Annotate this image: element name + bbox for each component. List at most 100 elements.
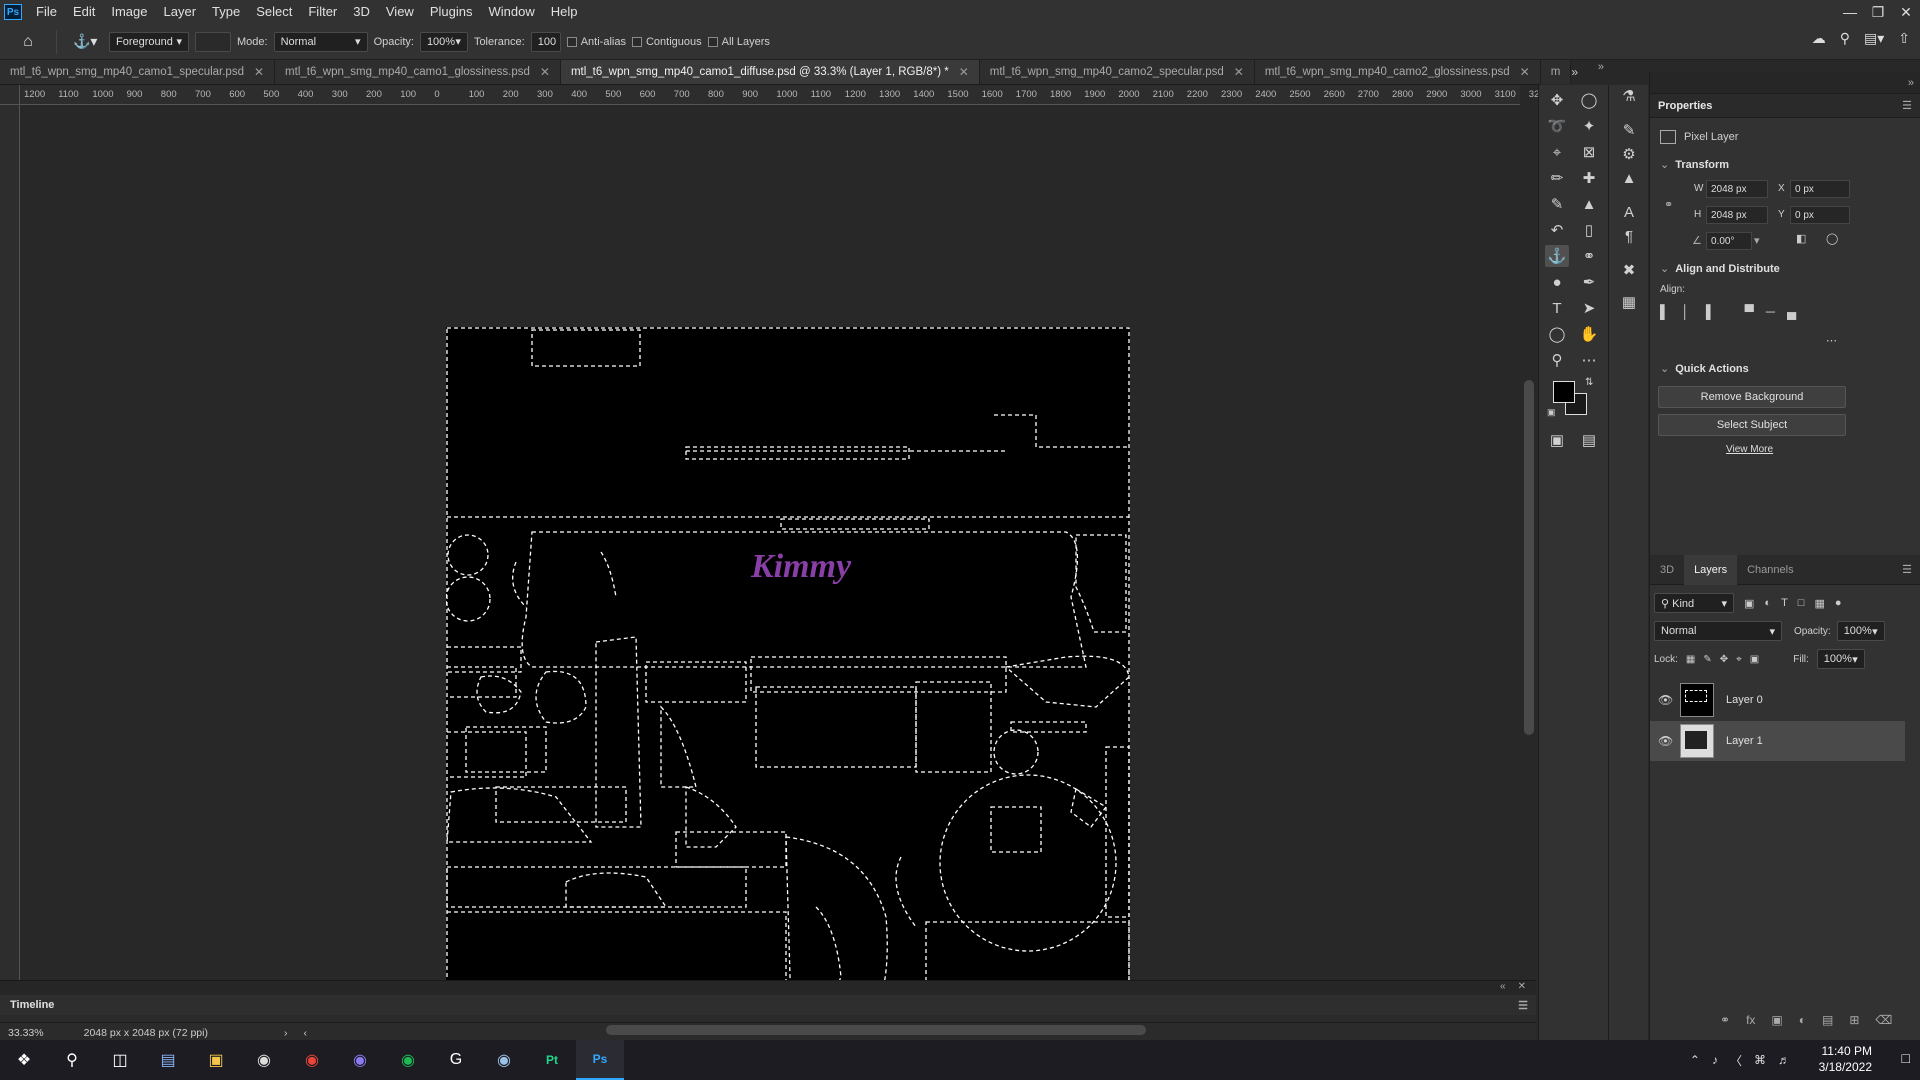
path-selection-icon[interactable]: ➤ xyxy=(1577,297,1601,319)
status-chevron-icon[interactable]: › xyxy=(284,1027,288,1039)
link-dimensions-icon[interactable]: ⚭ xyxy=(1664,198,1673,211)
tab-camo1-diffuse[interactable]: mtl_t6_wpn_smg_mp40_camo1_diffuse.psd @ … xyxy=(560,60,980,84)
windows-start-icon[interactable]: ❖ xyxy=(0,1040,48,1080)
zoom-tool-icon[interactable]: ⚲ xyxy=(1545,349,1569,371)
layer-row[interactable]: 👁 Layer 0 xyxy=(1650,680,1905,720)
folder-icon[interactable]: ▣ xyxy=(192,1040,240,1080)
layer-name[interactable]: Layer 0 xyxy=(1726,694,1763,706)
layer-row-selected[interactable]: 👁 Layer 1 xyxy=(1650,721,1905,761)
type-tool-icon[interactable]: T xyxy=(1545,297,1569,319)
menu-type[interactable]: Type xyxy=(204,0,248,24)
search-icon[interactable]: ⚲ xyxy=(48,1040,96,1080)
close-tab-icon[interactable]: ✕ xyxy=(254,65,264,79)
close-window-icon[interactable]: ✕ xyxy=(1892,0,1920,24)
network-icon[interactable]: 〈 xyxy=(1730,1052,1742,1069)
elliptical-marquee-icon[interactable]: ◯ xyxy=(1577,89,1601,111)
tab-channels[interactable]: Channels xyxy=(1737,555,1803,585)
menu-image[interactable]: Image xyxy=(103,0,155,24)
horizontal-scroll-thumb[interactable] xyxy=(606,1025,1146,1035)
properties-title[interactable]: Properties xyxy=(1658,100,1712,112)
chevron-down-icon[interactable]: ⌄ xyxy=(1660,262,1669,275)
quick-mask-icon[interactable]: ▣ xyxy=(1545,429,1569,451)
vertical-scroll-thumb[interactable] xyxy=(1524,380,1534,735)
height-field[interactable]: 2048 px xyxy=(1706,206,1768,224)
panel-menu-icon[interactable]: ☰ xyxy=(1518,999,1528,1012)
steam-icon[interactable]: ◉ xyxy=(480,1040,528,1080)
foreground-color-swatch[interactable] xyxy=(1553,381,1575,403)
magic-wand-icon[interactable]: ✦ xyxy=(1577,115,1601,137)
angle-dropdown-icon[interactable]: ▾ xyxy=(1754,234,1760,247)
align-middle-v-icon[interactable]: ─ xyxy=(1766,304,1775,319)
opacity-input[interactable]: 100% ▾ xyxy=(419,31,468,52)
home-icon[interactable]: ⌂ xyxy=(16,30,40,54)
menu-edit[interactable]: Edit xyxy=(65,0,103,24)
new-layer-icon[interactable]: ⊞ xyxy=(1849,1013,1859,1027)
vertical-ruler[interactable] xyxy=(0,105,20,985)
chevron-down-icon[interactable]: ⌄ xyxy=(1660,362,1669,375)
close-panel-icon[interactable]: ✕ xyxy=(1518,981,1526,995)
mode-select[interactable]: Normal ▾ xyxy=(273,31,368,52)
shape-tool-icon[interactable]: ◯ xyxy=(1545,323,1569,345)
search-icon[interactable]: ⚲ xyxy=(1840,30,1850,47)
hand-tool-icon[interactable]: ✋ xyxy=(1577,323,1601,345)
document-canvas[interactable]: Kimmy xyxy=(445,327,1130,1012)
chevron-down-icon[interactable]: ⌄ xyxy=(1660,158,1669,171)
flip-horizontal-icon[interactable]: ◧ xyxy=(1796,232,1806,245)
more-tools-icon[interactable]: ⋯ xyxy=(1577,349,1601,371)
panel-menu-icon[interactable]: ☰ xyxy=(1902,99,1912,112)
brush-settings-icon[interactable]: ✎ xyxy=(1617,119,1641,141)
timeline-title[interactable]: Timeline xyxy=(10,999,54,1011)
document-info[interactable]: 2048 px x 2048 px (72 ppi) xyxy=(84,1027,208,1039)
scroll-left-icon[interactable]: ‹ xyxy=(303,1027,307,1039)
y-field[interactable]: 0 px xyxy=(1790,206,1850,224)
restore-icon[interactable]: ❐ xyxy=(1864,0,1892,24)
menu-view[interactable]: View xyxy=(378,0,422,24)
pycharm-icon[interactable]: Pt xyxy=(528,1040,576,1080)
align-top-icon[interactable]: ▀ xyxy=(1745,304,1754,319)
pen-tool-icon[interactable]: ✒ xyxy=(1577,271,1601,293)
delete-layer-icon[interactable]: ⌫ xyxy=(1875,1013,1892,1027)
collapse-toolbox-icon[interactable]: » xyxy=(1598,61,1604,73)
cloud-icon[interactable]: ☁ xyxy=(1812,30,1826,47)
lock-artboard-icon[interactable]: ⌖ xyxy=(1736,654,1742,665)
adjustments-icon[interactable]: ⚙ xyxy=(1617,143,1641,165)
menu-3d[interactable]: 3D xyxy=(345,0,378,24)
eraser-tool-icon[interactable]: ▯ xyxy=(1577,219,1601,241)
tab-camo2-glossiness[interactable]: mtl_t6_wpn_smg_mp40_camo2_glossiness.psd… xyxy=(1254,60,1541,84)
wifi-icon[interactable]: ⌘ xyxy=(1754,1053,1766,1067)
remove-background-button[interactable]: Remove Background xyxy=(1658,386,1846,408)
history-panel-icon[interactable]: ⚗ xyxy=(1617,85,1641,107)
frame-tool-icon[interactable]: ⊠ xyxy=(1577,141,1601,163)
filter-toggle-icon[interactable]: ● xyxy=(1835,597,1842,609)
menu-layer[interactable]: Layer xyxy=(156,0,205,24)
align-right-icon[interactable]: ▐ xyxy=(1701,304,1710,319)
microphone-icon[interactable]: ♪ xyxy=(1712,1053,1718,1067)
file-explorer-icon[interactable]: ▤ xyxy=(144,1040,192,1080)
eye-icon[interactable]: 👁 xyxy=(1658,734,1673,748)
align-title[interactable]: Align and Distribute xyxy=(1675,263,1780,275)
layer-style-icon[interactable]: fx xyxy=(1746,1013,1755,1027)
align-bottom-icon[interactable]: ▄ xyxy=(1787,304,1796,319)
angle-field[interactable]: 0.00° xyxy=(1706,232,1752,250)
eye-icon[interactable]: 👁 xyxy=(1658,693,1673,707)
menu-help[interactable]: Help xyxy=(543,0,586,24)
link-layers-icon[interactable]: ⚭ xyxy=(1720,1013,1730,1027)
layer-filter-select[interactable]: ⚲ Kind ▾ xyxy=(1654,593,1734,613)
layer-name[interactable]: Layer 1 xyxy=(1726,735,1763,747)
menu-filter[interactable]: Filter xyxy=(300,0,345,24)
obs-icon[interactable]: ◉ xyxy=(240,1040,288,1080)
align-center-h-icon[interactable]: │ xyxy=(1681,304,1689,319)
lock-all-icon[interactable]: ▣ xyxy=(1750,654,1759,665)
crop-tool-icon[interactable]: ⌖ xyxy=(1545,141,1569,163)
adjustment-layer-icon[interactable]: ◐ xyxy=(1799,1013,1806,1027)
panel-menu-icon[interactable]: ☰ xyxy=(1902,563,1912,576)
tab-camo1-specular[interactable]: mtl_t6_wpn_smg_mp40_camo1_specular.psd ✕ xyxy=(0,60,276,84)
screen-mode-icon[interactable]: ▤ xyxy=(1577,429,1601,451)
width-field[interactable]: 2048 px xyxy=(1706,180,1768,198)
pattern-picker[interactable] xyxy=(195,31,231,52)
tab-camo1-glossiness[interactable]: mtl_t6_wpn_smg_mp40_camo1_glossiness.psd… xyxy=(275,60,561,84)
paint-bucket-preset-icon[interactable]: ⚓▾ xyxy=(73,33,103,50)
system-clock[interactable]: 11:40 PM 3/18/2022 xyxy=(1819,1043,1872,1075)
view-more-link[interactable]: View More xyxy=(1726,444,1773,455)
lock-transparent-icon[interactable]: ▦ xyxy=(1686,654,1695,665)
